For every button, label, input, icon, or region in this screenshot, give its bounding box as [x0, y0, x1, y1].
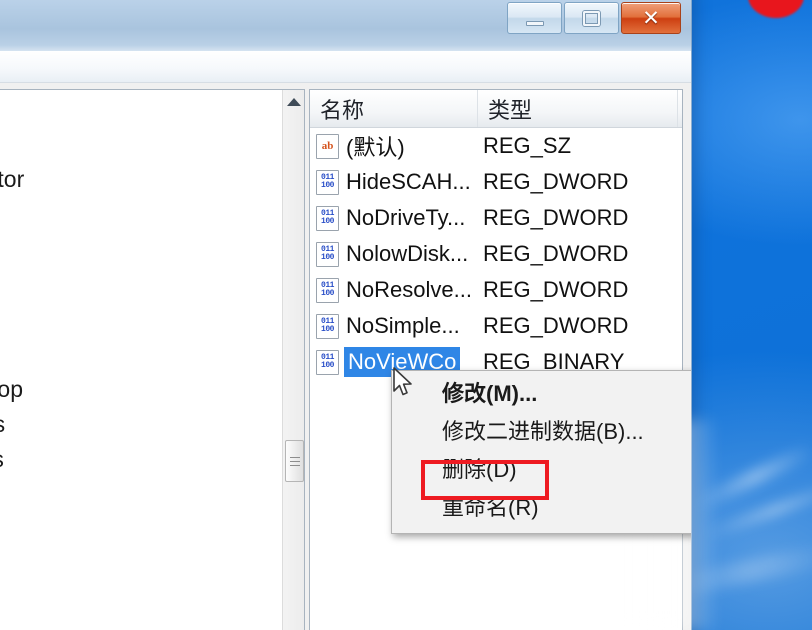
context-menu-items: 修改(M)... 修改二进制数据(B)... 删除(D) 重命名(R): [392, 375, 691, 527]
tree-item[interactable]: opertySystem: [0, 617, 282, 630]
reg-sz-icon: ab: [316, 133, 339, 159]
cell-value-name: ab (默认): [310, 130, 478, 162]
maximize-button[interactable]: [564, 2, 619, 34]
tree-item[interactable]: tensions: [0, 92, 282, 127]
reg-dword-icon: 011 100: [316, 169, 339, 195]
value-name-label: (默认): [346, 135, 405, 160]
cell-value-type: REG_DWORD: [483, 277, 629, 302]
title-bar: ✕: [0, 0, 691, 51]
cell-value-type: REG_DWORD: [483, 241, 629, 266]
table-row[interactable]: 011 100 NoDriveTy... REG_DWORD: [310, 200, 682, 236]
minimize-icon: [525, 20, 544, 26]
context-menu-item[interactable]: 修改(M)...: [392, 375, 691, 413]
tree-item[interactable]: Comdlg32: [0, 477, 282, 512]
registry-values-pane: 名称 类型 ab (默认) REG_SZ 011 100 HideSCAH... REG_D…: [309, 89, 683, 630]
reg-dword-icon: 011 100: [316, 313, 339, 339]
column-header-type[interactable]: 类型: [478, 90, 678, 127]
grip-line: [289, 464, 300, 466]
reg-dword-icon: 011 100: [316, 241, 339, 267]
tree-item[interactable]: ternet Settings: [0, 267, 282, 302]
tree-item[interactable]: roup Policy: [0, 127, 282, 162]
table-row[interactable]: 011 100 NoResolve... REG_DWORD: [310, 272, 682, 308]
menu-bar: 藏夹(A) 帮助(H): [0, 51, 691, 83]
minimize-button[interactable]: [507, 2, 562, 34]
context-menu-item[interactable]: 删除(D): [392, 451, 691, 489]
cell-value-name: 011 100 NoResolve...: [310, 277, 478, 303]
registry-tree-pane: tensionsroup Policyroup Policy Editorome…: [0, 89, 305, 630]
context-menu: 修改(M)... 修改二进制数据(B)... 删除(D) 重命名(R): [391, 370, 691, 534]
scrollbar-thumb[interactable]: [285, 440, 304, 482]
tree-item[interactable]: owerCPL: [0, 582, 282, 617]
tree-item[interactable]: Attachments: [0, 442, 282, 477]
table-row[interactable]: ab (默认) REG_SZ: [310, 128, 682, 164]
window-body: tensionsroup Policyroup Policy Editorome…: [0, 83, 691, 630]
registry-editor-window: ✕ 藏夹(A) 帮助(H) tensionsroup Policyroup Po…: [0, 0, 692, 630]
close-icon: ✕: [642, 6, 660, 30]
value-name-label: NoDriveTy...: [346, 205, 466, 230]
cell-value-name: 011 100 NoDriveTy...: [310, 205, 478, 231]
reg-dword-icon: 011 100: [316, 277, 339, 303]
wallpaper-streak: [693, 442, 812, 512]
chevron-up-icon: [287, 98, 301, 106]
tree-item[interactable]: roup Policy Editor: [0, 162, 282, 197]
scroll-up-button[interactable]: [283, 90, 304, 114]
wallpaper-streak: [702, 479, 812, 541]
column-header-name[interactable]: 名称: [310, 90, 478, 127]
tree-item[interactable]: ActiveDesktop: [0, 372, 282, 407]
cell-value-name: 011 100 HideSCAH...: [310, 169, 478, 195]
tree-item[interactable]: omeGroup: [0, 197, 282, 232]
context-menu-item[interactable]: 修改二进制数据(B)...: [392, 413, 691, 451]
context-menu-item[interactable]: 重命名(R): [392, 489, 691, 527]
value-name-label: NoResolve...: [346, 277, 472, 302]
tree-vertical-scrollbar[interactable]: [282, 90, 304, 630]
value-name-label: NolowDisk...: [346, 241, 469, 266]
table-row[interactable]: 011 100 HideSCAH... REG_DWORD: [310, 164, 682, 200]
tree-item[interactable]: etCache: [0, 302, 282, 337]
value-name-label: NoSimple...: [346, 313, 460, 338]
tree-item[interactable]: olicies: [0, 337, 282, 372]
maximize-icon: [583, 10, 600, 26]
red-circle-decoration: [748, 0, 804, 18]
tree-item[interactable]: Ext: [0, 547, 282, 582]
tree-item[interactable]: Associations: [0, 407, 282, 442]
desktop-background: ✕ 藏夹(A) 帮助(H) tensionsroup Policyroup Po…: [0, 0, 812, 630]
cell-value-type: REG_DWORD: [483, 169, 629, 194]
cell-value-name: 011 100 NolowDisk...: [310, 241, 478, 267]
cell-value-type: REG_DWORD: [483, 313, 629, 338]
registry-tree-list: tensionsroup Policyroup Policy Editorome…: [0, 90, 282, 630]
grip-line: [289, 460, 300, 462]
value-name-label: HideSCAH...: [346, 169, 471, 194]
close-button[interactable]: ✕: [621, 2, 681, 34]
registry-values-list: ab (默认) REG_SZ 011 100 HideSCAH... REG_DWORD 01…: [310, 128, 682, 380]
grip-line: [289, 456, 300, 458]
cell-value-name: 011 100 NoSimple...: [310, 313, 478, 339]
cell-value-type: REG_SZ: [483, 133, 572, 158]
table-row[interactable]: 011 100 NolowDisk... REG_DWORD: [310, 236, 682, 272]
reg-binary-icon: 011 100: [316, 349, 339, 375]
window-controls: ✕: [507, 2, 681, 34]
cell-value-type: REG_DWORD: [483, 205, 629, 230]
list-column-headers: 名称 类型: [310, 90, 682, 128]
table-row[interactable]: 011 100 NoSimple... REG_DWORD: [310, 308, 682, 344]
reg-dword-icon: 011 100: [316, 205, 339, 231]
menu-item-help[interactable]: 帮助(H): [0, 51, 7, 82]
tree-item[interactable]: ne: [0, 232, 282, 267]
